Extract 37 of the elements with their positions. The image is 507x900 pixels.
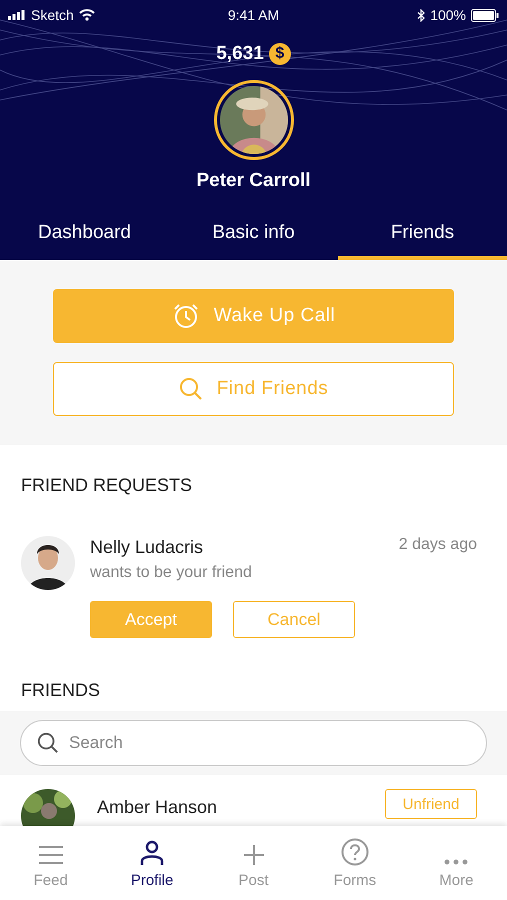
battery-icon (471, 8, 499, 22)
cancel-button[interactable]: Cancel (233, 601, 355, 638)
nav-tab[interactable]: Forms (304, 826, 406, 900)
battery-percent: 100% (430, 7, 466, 23)
nav-tab[interactable]: Feed (0, 826, 102, 900)
request-message: wants to be your friend (90, 564, 252, 582)
more-icon (443, 858, 470, 866)
friend-name: Amber Hanson (97, 797, 218, 818)
carrier-name: Sketch (31, 7, 74, 23)
signal-icon (8, 10, 26, 20)
nav-tab[interactable]: More (406, 826, 507, 900)
alarm-button[interactable]: Wake Up Call (53, 289, 454, 343)
help-icon (340, 838, 369, 866)
search-icon (37, 732, 59, 754)
search-icon (178, 377, 203, 401)
alarm-clock-icon (172, 302, 200, 330)
accept-button[interactable]: Accept (90, 601, 212, 638)
requester-name: Nelly Ludacris (90, 537, 204, 558)
section-heading: FRIENDS (20, 679, 102, 701)
plus-icon (242, 844, 265, 866)
coin-balance: 5,631 (216, 43, 264, 65)
section-tab[interactable]: Dashboard (0, 216, 169, 260)
section-heading: FRIEND REQUESTS (20, 474, 194, 496)
unfriend-button[interactable]: Unfriend (385, 789, 477, 819)
clock-time: 9:41 AM (228, 7, 280, 23)
section-tab[interactable]: Basic info (169, 216, 338, 260)
wifi-icon (78, 9, 95, 21)
person-icon (140, 840, 164, 866)
find-friends-button[interactable]: Find Friends (53, 362, 454, 416)
nav-tab[interactable]: Profile (101, 826, 203, 900)
nav-tab[interactable]: Post (202, 826, 304, 900)
profile-name: Peter Carroll (196, 170, 311, 192)
menu-icon (38, 844, 64, 866)
bluetooth-icon (417, 8, 426, 22)
request-time: 2 days ago (398, 536, 477, 555)
search-field[interactable]: Search (20, 720, 487, 766)
coin-badge: $ (268, 43, 291, 65)
